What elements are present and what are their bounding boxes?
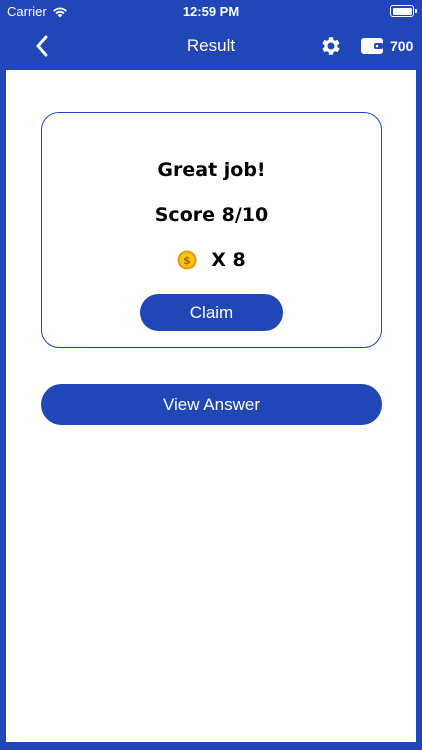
coin-icon: $: [177, 250, 197, 270]
reward-row: $ X 8: [42, 249, 381, 271]
score-text: Score 8/10: [154, 204, 269, 226]
page-title: Result: [186, 36, 236, 55]
result-card: Great job! Score 8/10 $ X 8 Claim: [41, 112, 382, 348]
view-answer-button[interactable]: View Answer: [41, 384, 382, 425]
claim-button[interactable]: Claim: [140, 294, 283, 331]
gear-icon: [322, 37, 340, 55]
battery-icon: [390, 5, 417, 17]
settings-button[interactable]: [319, 34, 343, 58]
main-content: Great job! Score 8/10 $ X 8 Claim View A…: [6, 70, 416, 742]
reward-amount: X 8: [211, 249, 246, 271]
svg-text:$: $: [183, 254, 191, 267]
result-message: Great job!: [157, 159, 266, 181]
wallet-icon: [361, 38, 383, 54]
wallet-balance: 700: [390, 38, 414, 54]
status-time: 12:59 PM: [182, 4, 240, 19]
nav-bar: Result 700: [0, 22, 422, 70]
status-bar: Carrier 12:59 PM: [0, 0, 422, 22]
